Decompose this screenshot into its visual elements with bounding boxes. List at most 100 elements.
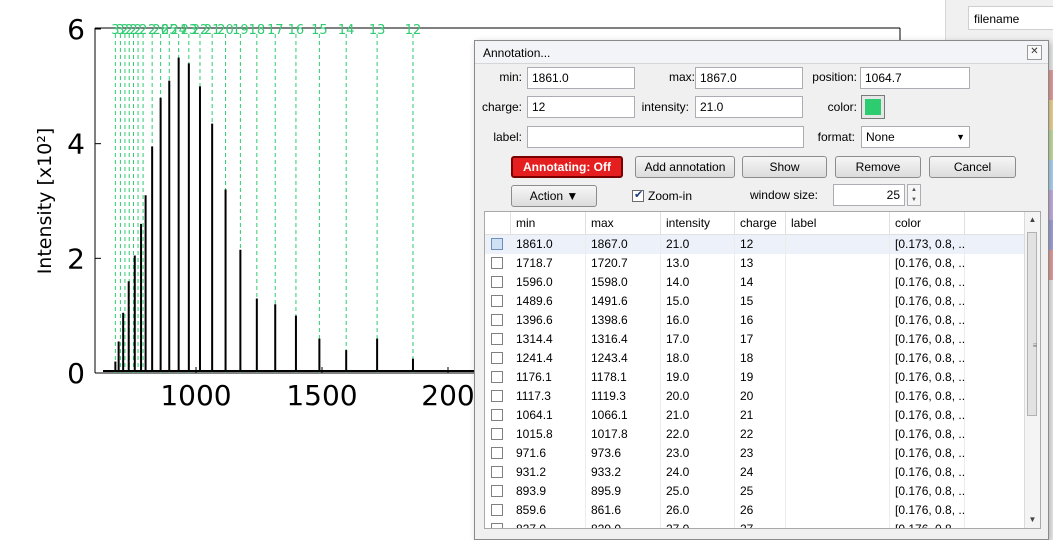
zoom-in-checkbox[interactable]: ✔ [632,189,644,202]
max-field[interactable]: 1867.0 [695,67,803,89]
scroll-up-icon[interactable]: ▲ [1025,213,1040,227]
table-row[interactable]: 1314.4 1316.4 17.0 17 [0.176, 0.8, ... [485,330,1026,349]
row-checkbox[interactable] [491,333,503,345]
label-field[interactable] [527,126,804,148]
annotation-label: 17 [267,23,284,38]
cell-color: [0.176, 0.8, ... [890,311,965,330]
cell-max: 861.6 [586,501,661,520]
table-row[interactable]: 1718.7 1720.7 13.0 13 [0.176, 0.8, ... [485,254,1026,273]
cell-intensity: 16.0 [661,311,735,330]
annotating-toggle-button[interactable]: Annotating: Off [511,156,623,178]
table-row[interactable]: 1241.4 1243.4 18.0 18 [0.176, 0.8, ... [485,349,1026,368]
window-size-spinner[interactable]: ▲ ▼ [907,184,921,206]
column-header-color[interactable]: color [890,212,965,234]
spin-down-icon[interactable]: ▼ [908,195,920,205]
column-header-max[interactable]: max [586,212,661,234]
color-picker-button[interactable] [861,95,885,119]
position-field[interactable]: 1064.7 [860,67,970,89]
format-select[interactable]: None ▼ [861,126,970,148]
scroll-down-icon[interactable]: ▼ [1025,513,1040,527]
table-row[interactable]: 931.2 933.2 24.0 24 [0.176, 0.8, ... [485,463,1026,482]
column-header-label[interactable]: label [786,212,890,234]
row-checkbox[interactable] [491,466,503,478]
scrollbar-thumb[interactable]: ≡ [1027,232,1037,416]
row-checkbox[interactable] [491,257,503,269]
table-row[interactable]: 1596.0 1598.0 14.0 14 [0.176, 0.8, ... [485,273,1026,292]
table-row[interactable]: 1117.3 1119.3 20.0 20 [0.176, 0.8, ... [485,387,1026,406]
label-label: label: [493,130,522,144]
row-checkbox[interactable] [491,504,503,516]
annotation-label: 13 [369,23,386,38]
table-row[interactable]: 971.6 973.6 23.0 23 [0.176, 0.8, ... [485,444,1026,463]
row-checkbox[interactable] [491,371,503,383]
close-icon[interactable]: ✕ [1027,45,1042,60]
min-field[interactable]: 1861.0 [527,67,635,89]
format-label: format: [817,130,855,144]
table-row[interactable]: 1861.0 1867.0 21.0 12 [0.173, 0.8, ... [485,235,1026,254]
cell-max: 933.2 [586,463,661,482]
row-checkbox[interactable] [491,238,503,250]
add-annotation-button[interactable]: Add annotation [635,156,735,178]
cell-min: 1718.7 [511,254,586,273]
cell-min: 1489.6 [511,292,586,311]
row-checkbox[interactable] [491,314,503,326]
dialog-titlebar[interactable]: Annotation... ✕ [475,41,1048,64]
column-header-intensity[interactable]: intensity [661,212,735,234]
cell-min: 1176.1 [511,368,586,387]
intensity-field[interactable]: 21.0 [695,96,803,118]
color-label: color: [827,100,857,114]
x-tick-label: 1500 [286,379,357,412]
min-label: min: [499,70,522,84]
table-row[interactable]: 859.6 861.6 26.0 26 [0.176, 0.8, ... [485,501,1026,520]
table-row[interactable]: 1489.6 1491.6 15.0 15 [0.176, 0.8, ... [485,292,1026,311]
remove-button[interactable]: Remove [835,156,921,178]
cell-charge: 18 [735,349,786,368]
filename-column-header[interactable]: filename [968,6,1053,30]
window-size-field[interactable]: 25 [833,184,905,206]
row-checkbox[interactable] [491,295,503,307]
cancel-button[interactable]: Cancel [929,156,1016,178]
row-checkbox[interactable] [491,523,503,528]
cell-max: 1720.7 [586,254,661,273]
select-column-header [485,212,511,234]
table-row[interactable]: 827.0 829.0 27.0 27 [0.176, 0.8, ... [485,520,1026,528]
cell-intensity: 27.0 [661,520,735,528]
check-icon: ✔ [634,189,644,201]
table-row[interactable]: 1064.1 1066.1 21.0 21 [0.176, 0.8, ... [485,406,1026,425]
cell-max: 895.9 [586,482,661,501]
table-row[interactable]: 1396.6 1398.6 16.0 16 [0.176, 0.8, ... [485,311,1026,330]
column-header-charge[interactable]: charge [735,212,786,234]
table-scrollbar[interactable]: ▲ ≡ ▼ [1024,212,1040,528]
charge-field[interactable]: 12 [527,96,635,118]
cell-color: [0.176, 0.8, ... [890,425,965,444]
show-button[interactable]: Show [742,156,827,178]
cell-charge: 27 [735,520,786,528]
cell-charge: 26 [735,501,786,520]
spin-up-icon[interactable]: ▲ [908,185,920,195]
intensity-label: intensity: [641,100,689,114]
row-checkbox[interactable] [491,390,503,402]
table-row[interactable]: 1176.1 1178.1 19.0 19 [0.176, 0.8, ... [485,368,1026,387]
cell-min: 827.0 [511,520,586,528]
row-checkbox[interactable] [491,409,503,421]
table-row[interactable]: 893.9 895.9 25.0 25 [0.176, 0.8, ... [485,482,1026,501]
cell-min: 859.6 [511,501,586,520]
cell-min: 1314.4 [511,330,586,349]
row-checkbox[interactable] [491,428,503,440]
cell-charge: 19 [735,368,786,387]
row-checkbox[interactable] [491,276,503,288]
action-menu-button[interactable]: Action ▼ [511,185,597,207]
row-checkbox[interactable] [491,485,503,497]
row-checkbox[interactable] [491,447,503,459]
table-row[interactable]: 1015.8 1017.8 22.0 22 [0.176, 0.8, ... [485,425,1026,444]
annotation-label: 19 [232,23,249,38]
cell-max: 1119.3 [586,387,661,406]
cell-color: [0.176, 0.8, ... [890,254,965,273]
column-header-min[interactable]: min [511,212,586,234]
cell-label [786,387,890,406]
cell-charge: 22 [735,425,786,444]
cell-min: 1596.0 [511,273,586,292]
cell-charge: 17 [735,330,786,349]
row-checkbox[interactable] [491,352,503,364]
cell-intensity: 25.0 [661,482,735,501]
